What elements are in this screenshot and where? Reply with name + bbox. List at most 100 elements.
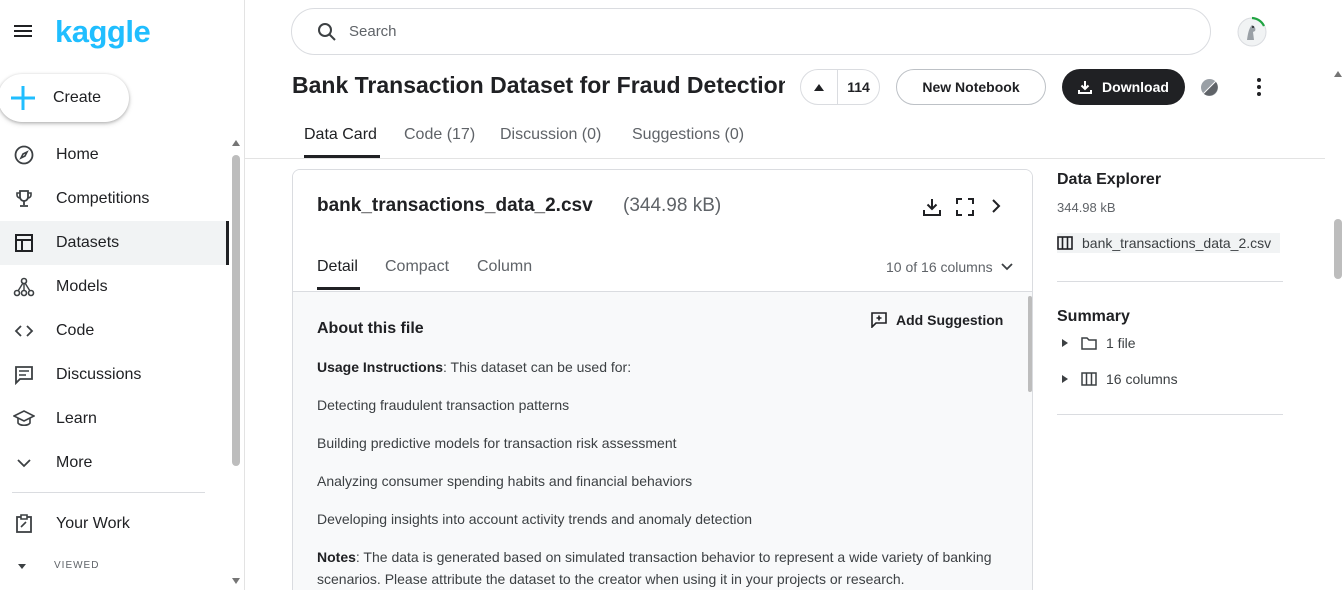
sidebar-item-home[interactable]: Home [0,133,229,177]
tab-detail[interactable]: Detail [317,258,358,276]
sidebar-divider [12,492,205,493]
caret-right-icon [1062,375,1068,383]
download-button[interactable]: Download [1062,69,1185,105]
trophy-icon [13,188,35,210]
sidebar-item-label: Your Work [56,515,130,532]
sidebar-item-datasets[interactable]: Datasets [0,221,229,265]
data-explorer-file-name: bank_transactions_data_2.csv [1082,235,1272,251]
tab-data-card[interactable]: Data Card [304,126,377,144]
add-suggestion-label: Add Suggestion [896,312,1004,328]
more-options-icon[interactable] [1250,77,1268,97]
sidebar-item-learn[interactable]: Learn [0,397,229,441]
sidebar-item-label: More [56,454,93,471]
add-suggestion-button[interactable]: Add Suggestion [871,312,1003,328]
summary-files-row[interactable]: 1 file [1062,335,1136,351]
data-explorer-file-item[interactable]: bank_transactions_data_2.csv [1057,233,1280,253]
tab-discussion[interactable]: Discussion (0) [500,126,601,144]
data-explorer-title: Data Explorer [1057,171,1162,188]
divider [1057,281,1283,282]
menu-icon[interactable] [12,20,34,42]
sidebar-item-competitions[interactable]: Competitions [0,177,229,221]
sidebar: kaggle Create Home Competitions Datasets… [0,0,245,590]
chevron-down-icon [1000,263,1013,271]
notes-bold: Notes [317,549,356,565]
theme-toggle-icon[interactable] [1200,78,1219,97]
avatar[interactable] [1236,16,1268,48]
chevron-right-icon[interactable] [990,198,1002,214]
sidebar-item-discussions[interactable]: Discussions [0,353,229,397]
scroll-down-arrow-icon[interactable] [231,577,241,585]
use-item: Detecting fraudulent transaction pattern… [317,397,570,413]
card-scrollbar[interactable] [1028,296,1032,392]
sidebar-item-label: Competitions [56,190,150,207]
search-input[interactable]: Search [349,23,397,40]
usage-text: : This dataset can be used for: [443,359,632,375]
chevron-down-icon [13,452,35,474]
new-notebook-button[interactable]: New Notebook [896,69,1046,105]
caret-right-icon [1062,339,1068,347]
sidebar-item-your-work[interactable]: Your Work [0,502,229,546]
file-card-header: bank_transactions_data_2.csv (344.98 kB)… [293,170,1032,291]
add-comment-icon [871,312,887,328]
tab-compact[interactable]: Compact [385,258,449,276]
download-icon [1078,81,1093,94]
page-title: Bank Transaction Dataset for Fraud Detec… [292,72,785,98]
create-label: Create [53,89,102,106]
file-name: bank_transactions_data_2.csv [317,195,593,216]
summary-files-label: 1 file [1106,335,1136,351]
file-card: bank_transactions_data_2.csv (344.98 kB)… [292,169,1033,590]
create-button[interactable]: Create [0,74,129,122]
file-description: About this file Add Suggestion Usage Ins… [293,291,1032,590]
table-icon [13,232,35,254]
column-count-label: 10 of 16 columns [886,259,993,275]
notes-text: : The data is generated based on simulat… [317,549,992,587]
about-file-heading: About this file [317,320,424,337]
summary-columns-row[interactable]: 16 columns [1062,371,1178,387]
usage-bold: Usage Instructions [317,359,444,375]
caret-down-icon [18,563,26,569]
upvote-button[interactable] [801,70,838,104]
file-size: (344.98 kB) [623,195,722,216]
download-file-icon[interactable] [922,197,942,217]
tabs-divider [245,158,1325,159]
fullscreen-icon[interactable] [955,197,975,217]
sidebar-item-label: Learn [56,410,97,427]
use-item: Building predictive models for transacti… [317,435,677,451]
your-work-icon [13,513,35,535]
kaggle-logo[interactable]: kaggle [55,14,151,50]
upvote-control: 114 [800,69,880,105]
viewed-section-toggle[interactable]: VIEWED [17,560,99,571]
sidebar-item-more[interactable]: More [0,441,229,485]
sidebar-item-label: Models [56,278,108,295]
tab-suggestions[interactable]: Suggestions (0) [632,126,744,144]
page-scrollbar[interactable] [1334,219,1342,279]
summary-columns-label: 16 columns [1106,371,1178,387]
sidebar-scrollbar[interactable] [232,155,240,466]
sidebar-item-label: Code [56,322,95,339]
download-label: Download [1102,79,1169,95]
divider [1057,414,1283,415]
school-icon [13,408,35,430]
arrow-up-icon [814,83,824,91]
notes-paragraph: Notes: The data is generated based on si… [317,546,1007,590]
usage-paragraph: Usage Instructions: This dataset can be … [317,356,1007,378]
data-explorer-size: 344.98 kB [1057,200,1116,215]
summary-title: Summary [1057,308,1130,325]
tab-code[interactable]: Code (17) [404,126,475,144]
sidebar-item-label: Discussions [56,366,142,383]
compass-icon [13,144,35,166]
search-bar[interactable]: Search [291,8,1211,55]
sidebar-item-code[interactable]: Code [0,309,229,353]
table-columns-icon [1081,372,1097,386]
vote-count[interactable]: 114 [838,79,879,95]
column-count-dropdown[interactable]: 10 of 16 columns [886,259,1013,275]
viewed-label: VIEWED [54,560,100,571]
tab-column[interactable]: Column [477,258,532,276]
scroll-up-arrow-icon[interactable] [1333,70,1343,78]
use-item: Developing insights into account activit… [317,511,753,527]
folder-icon [1081,337,1097,350]
discussion-icon [13,364,35,386]
search-icon [318,22,336,41]
scroll-up-arrow-icon[interactable] [231,139,241,147]
sidebar-item-models[interactable]: Models [0,265,229,309]
